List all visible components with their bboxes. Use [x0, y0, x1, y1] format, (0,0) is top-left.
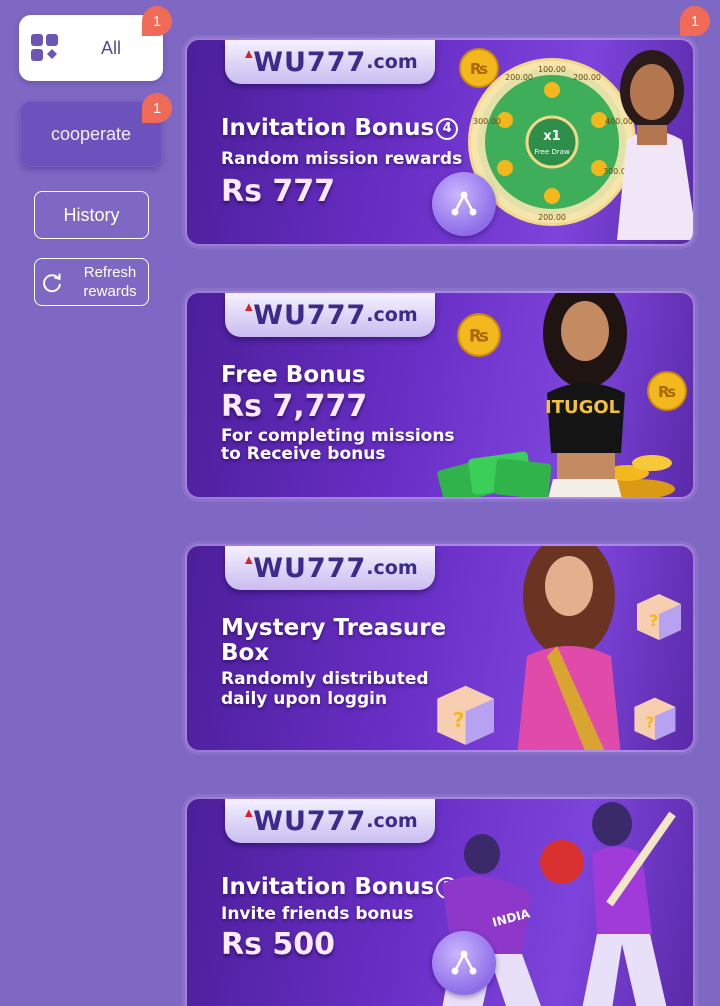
banner-free-bonus[interactable]: ▲ WU777 .com Free Bonus Rs 7,777 For com… — [185, 291, 695, 499]
wheel-label: 300.00 — [473, 117, 501, 126]
apps-grid-icon — [31, 34, 58, 61]
history-button[interactable]: History — [34, 191, 149, 239]
banner-invitation-bonus-4[interactable]: ▲ WU777 .com Invitation Bonus 4 Random mi… — [185, 38, 695, 246]
gold-coin-icon: ₨ — [459, 48, 499, 88]
wheel-label: 200.00 — [573, 73, 601, 82]
brand-logo: ▲ WU777 .com — [225, 799, 435, 843]
filter-cooperate-label: cooperate — [50, 123, 132, 144]
logo-mark-icon: ▲ — [242, 804, 256, 820]
refresh-icon — [43, 273, 61, 293]
logo-mark-icon: ▲ — [242, 298, 256, 314]
banner-subtitle: Invite friends bonus — [221, 904, 414, 924]
refresh-rewards-button[interactable]: Refresh rewards — [34, 258, 149, 306]
brand-logo: ▲ WU777 .com — [225, 546, 435, 590]
refresh-rewards-label: Refresh rewards — [83, 264, 137, 300]
woman-illustration-icon — [543, 293, 627, 497]
logo-mark-icon: ▲ — [242, 551, 256, 567]
share-icon — [451, 950, 477, 975]
cooperate-count-badge: 1 — [142, 93, 172, 123]
share-icon — [451, 191, 477, 216]
share-button[interactable] — [432, 931, 496, 995]
banner-mystery-treasure-box[interactable]: ▲ WU777 .com Mystery Treasure Box Random… — [185, 544, 695, 752]
mystery-box-icon: ? — [637, 594, 681, 640]
logo-mark-icon: ▲ — [242, 45, 256, 61]
gold-coin-icon: ₨ — [647, 371, 687, 411]
svg-text:?: ? — [646, 713, 655, 731]
svg-text:₨: ₨ — [469, 327, 489, 346]
mystery-box-icon: ? — [437, 685, 494, 745]
wheel-label: 200.00 — [538, 213, 566, 222]
mystery-box-icon: ? — [634, 697, 676, 741]
filter-cooperate-button[interactable]: cooperate — [20, 101, 162, 167]
brand-logo: ▲ WU777 .com — [225, 40, 435, 84]
banner-subtitle-line2: daily upon loggin — [221, 689, 388, 709]
svg-text:?: ? — [453, 708, 465, 732]
banner-new-badge: 1 — [680, 6, 710, 36]
banner-title: Free Bonus — [221, 362, 366, 388]
wheel-center-text: x1 — [543, 129, 560, 144]
banner-subtitle: Random mission rewards — [221, 149, 463, 169]
banner-title: Invitation Bonus 4 — [221, 116, 459, 141]
banner-amount: Rs 7,777 — [221, 389, 368, 424]
history-label: History — [63, 204, 120, 225]
banner-subtitle-line2: to Receive bonus — [221, 444, 386, 464]
banner-subtitle-line1: Randomly distributed — [221, 669, 429, 689]
svg-text:₨: ₨ — [470, 60, 488, 78]
brand-logo: ▲ WU777 .com — [225, 293, 435, 337]
wheel-label: 200.00 — [505, 73, 533, 82]
svg-text:?: ? — [649, 611, 658, 630]
banner-amount: Rs 500 — [221, 927, 336, 962]
banner-amount: Rs 777 — [221, 174, 336, 209]
banner-title-line2: Box — [221, 640, 270, 666]
woman-illustration-icon — [617, 50, 693, 240]
banner-invitation-bonus-1[interactable]: ▲ WU777 .com Invitation Bonus1 Invite fr… — [185, 797, 695, 1006]
wheel-label: 100.00 — [538, 65, 566, 74]
woman-illustration-icon — [517, 546, 621, 750]
shirt-text: ITUGOL — [545, 397, 621, 418]
all-count-badge: 1 — [142, 6, 172, 36]
banner-title-line1: Mystery Treasure — [221, 615, 447, 641]
filter-all-label: All — [101, 38, 122, 58]
wheel-center-subtext: Free Draw — [534, 148, 570, 156]
gold-coin-icon: ₨ — [457, 313, 501, 357]
share-button[interactable] — [432, 172, 496, 236]
svg-text:₨: ₨ — [658, 383, 676, 401]
